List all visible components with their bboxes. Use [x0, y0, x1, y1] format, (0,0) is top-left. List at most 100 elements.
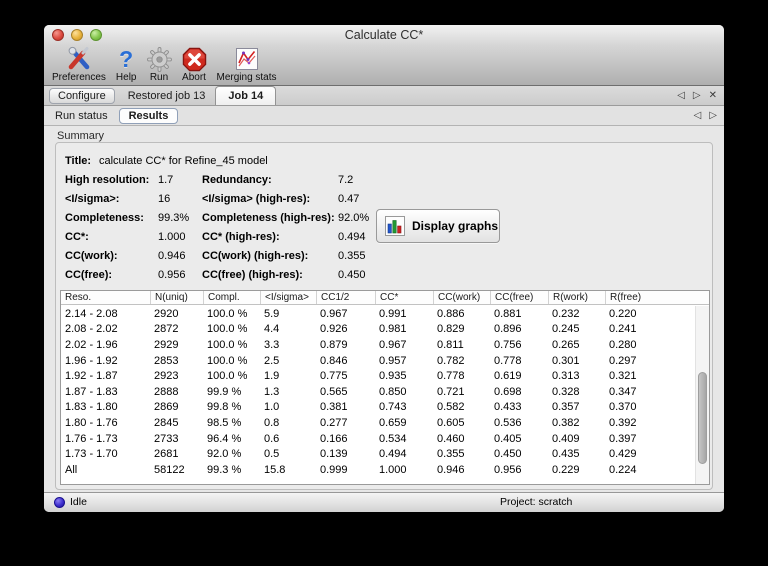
- summary-row: <I/sigma>: 16 <I/sigma> (high-res): 0.47: [56, 193, 712, 207]
- table-row[interactable]: 1.92 - 1.87 2923 100.0 % 1.9 0.775 0.935 0.778…: [61, 368, 695, 384]
- title-bar[interactable]: Calculate CC*: [44, 25, 724, 45]
- table-row[interactable]: 2.14 - 2.08 2920 100.0 % 5.9 0.967 0.991 0.886…: [61, 306, 695, 322]
- table-scrollbar[interactable]: [695, 306, 709, 484]
- tab-close-icon[interactable]: ✕: [709, 90, 717, 101]
- i-sigma-value: 16: [158, 193, 171, 205]
- table-cell: 100.0 %: [207, 307, 248, 320]
- merging-stats-button[interactable]: Merging stats: [212, 46, 282, 83]
- table-cell: 0.967: [379, 338, 407, 351]
- table-cell: 0.698: [494, 385, 522, 398]
- table-cell: 0.232: [552, 307, 580, 320]
- ccfree-label: CC(free):: [65, 269, 113, 281]
- table-cell: 2853: [154, 354, 179, 367]
- table-cell: 99.9 %: [207, 385, 242, 398]
- column-header[interactable]: CC1/2: [316, 291, 375, 304]
- column-header[interactable]: CC*: [375, 291, 433, 304]
- table-cell: 2929: [154, 338, 179, 351]
- table-cell: 2845: [154, 416, 179, 429]
- table-cell: 0.850: [379, 385, 407, 398]
- subtab-run-status[interactable]: Run status: [55, 110, 108, 122]
- table-cell: 100.0 %: [207, 370, 248, 383]
- table-cell: 0.328: [552, 385, 580, 398]
- table-cell: 2869: [154, 401, 179, 414]
- table-cell: 0.881: [494, 307, 522, 320]
- table-cell: 0.265: [552, 338, 580, 351]
- table-cell: 0.229: [552, 463, 580, 476]
- summary-row: CC(free): 0.956 CC(free) (high-res): 0.4…: [56, 269, 712, 283]
- column-header[interactable]: CC(work): [433, 291, 490, 304]
- table-row[interactable]: 1.87 - 1.83 2888 99.9 % 1.3 0.565 0.850 0.721 0…: [61, 384, 695, 400]
- minimize-window-button[interactable]: [71, 29, 83, 41]
- table-cell: 0.896: [494, 323, 522, 336]
- project-label: Project: scratch: [500, 496, 573, 508]
- table-cell: 0.224: [609, 463, 637, 476]
- subtab-scroll-left-icon[interactable]: ◁: [694, 110, 702, 121]
- ccfree-value: 0.956: [158, 269, 186, 281]
- table-cell: 2.02 - 1.96: [65, 338, 118, 351]
- tab-scroll-right-icon[interactable]: ▷: [693, 90, 701, 101]
- table-cell: 2872: [154, 323, 179, 336]
- table-cell: 0.811: [437, 338, 464, 351]
- subtab-scroll-right-icon[interactable]: ▷: [709, 110, 717, 121]
- column-header[interactable]: R(free): [605, 291, 709, 304]
- table-cell: 0.357: [552, 401, 580, 414]
- table-cell: 1.96 - 1.92: [65, 354, 118, 367]
- table-scrollbar-thumb[interactable]: [698, 371, 707, 465]
- run-gear-icon: [146, 46, 172, 72]
- completeness-highres-value: 92.0%: [338, 212, 370, 224]
- table-cell: 0.946: [437, 463, 465, 476]
- display-graphs-button[interactable]: Display graphs: [376, 209, 500, 243]
- table-cell: 0.534: [379, 432, 407, 445]
- subtab-results[interactable]: Results: [118, 107, 179, 124]
- ccfree-highres-value: 0.450: [338, 269, 366, 281]
- abort-button[interactable]: Abort: [177, 46, 212, 83]
- table-cell: 0.879: [320, 338, 348, 351]
- ccfree-highres-label: CC(free) (high-res):: [202, 269, 303, 281]
- traffic-lights: [52, 29, 102, 41]
- table-cell: 15.8: [264, 463, 286, 476]
- close-window-button[interactable]: [52, 29, 64, 41]
- table-row[interactable]: 2.02 - 1.96 2929 100.0 % 3.3 0.879 0.967 0.811…: [61, 337, 695, 353]
- column-header[interactable]: Compl.: [203, 291, 260, 304]
- table-cell: 0.778: [437, 370, 465, 383]
- zoom-window-button[interactable]: [90, 29, 102, 41]
- column-header[interactable]: CC(free): [490, 291, 548, 304]
- table-cell: 0.382: [552, 416, 580, 429]
- table-cell: All: [65, 463, 78, 476]
- table-row[interactable]: 1.76 - 1.73 2733 96.4 % 0.6 0.166 0.534 0.460 0…: [61, 431, 695, 447]
- table-row[interactable]: 1.83 - 1.80 2869 99.8 % 1.0 0.381 0.743 0.582 0…: [61, 400, 695, 416]
- table-cell: 0.778: [494, 354, 522, 367]
- column-header[interactable]: Reso.: [61, 291, 150, 304]
- column-header[interactable]: N(uniq): [150, 291, 203, 304]
- table-cell: 0.619: [494, 370, 522, 383]
- table-row[interactable]: 1.80 - 1.76 2845 98.5 % 0.8 0.277 0.659 0.605 0…: [61, 415, 695, 431]
- table-cell: 0.999: [320, 463, 348, 476]
- ccstar-value: 1.000: [158, 231, 186, 243]
- tab-scroll-left-icon[interactable]: ◁: [677, 90, 685, 101]
- preferences-button[interactable]: Preferences: [47, 46, 111, 83]
- table-cell: 0.8: [264, 416, 280, 429]
- i-sigma-highres-value: 0.47: [338, 193, 360, 205]
- help-label: Help: [115, 72, 137, 83]
- run-button[interactable]: Run: [142, 46, 177, 83]
- table-cell: 1.92 - 1.87: [65, 370, 118, 383]
- table-row[interactable]: All 58122 99.3 % 15.8 0.999 1.000 0.946 0.956 0.…: [61, 462, 695, 478]
- table-cell: 1.0: [264, 401, 280, 414]
- table-cell: 2888: [154, 385, 179, 398]
- summary-group-label: Summary: [57, 130, 105, 142]
- table-row[interactable]: 1.73 - 1.70 2681 92.0 % 0.5 0.139 0.494 0.355 0…: [61, 446, 695, 462]
- column-header[interactable]: R(work): [548, 291, 605, 304]
- table-cell: 0.301: [552, 354, 580, 367]
- table-row[interactable]: 2.08 - 2.02 2872 100.0 % 4.4 0.926 0.981 0.829…: [61, 322, 695, 338]
- table-cell: 0.409: [552, 432, 580, 445]
- tab-restored-job-13[interactable]: Restored job 13: [118, 90, 216, 102]
- table-cell: 2733: [154, 432, 179, 445]
- tab-job-14[interactable]: Job 14: [215, 86, 277, 105]
- table-cell: 0.721: [437, 385, 465, 398]
- summary-title-value: calculate CC* for Refine_45 model: [99, 155, 268, 167]
- help-button[interactable]: ? Help: [111, 46, 142, 83]
- table-row[interactable]: 1.96 - 1.92 2853 100.0 % 2.5 0.846 0.957 0.782…: [61, 353, 695, 369]
- tab-configure[interactable]: Configure: [49, 87, 115, 104]
- column-header[interactable]: <I/sigma>: [260, 291, 316, 304]
- completeness-value: 99.3%: [158, 212, 190, 224]
